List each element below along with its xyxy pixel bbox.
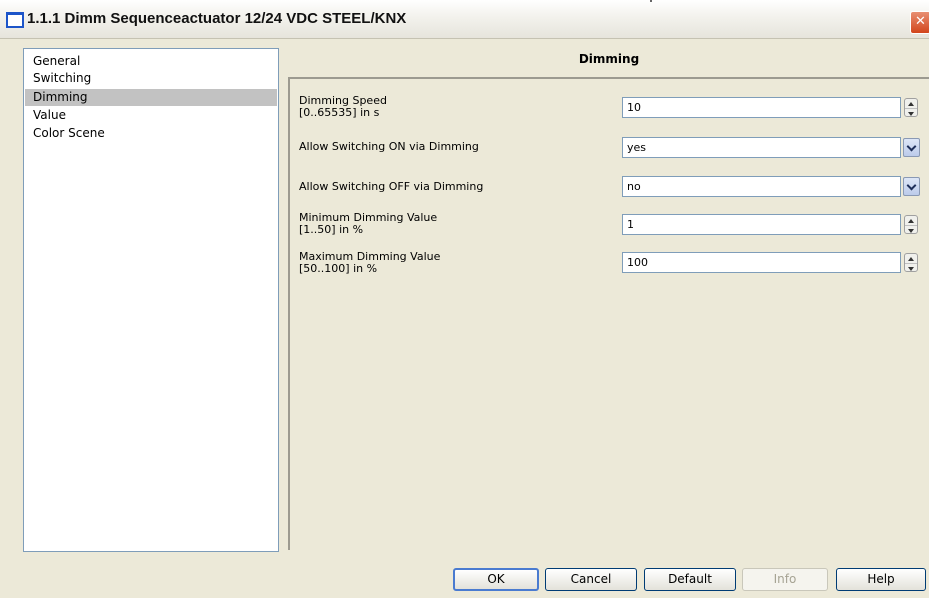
nav-item-value[interactable]: Value [25, 107, 277, 124]
info-button: Info [742, 568, 828, 591]
spin-up-icon[interactable] [905, 99, 917, 108]
stray-mark [650, 0, 652, 2]
spin-down-icon[interactable] [905, 108, 917, 118]
nav-panel: General Switching Dimming Value Color Sc… [23, 48, 279, 552]
window-icon [6, 12, 24, 28]
nav-item-color-scene[interactable]: Color Scene [25, 125, 277, 142]
param-label-range: [50..100] in % [299, 262, 378, 275]
help-button[interactable]: Help [836, 568, 926, 591]
nav-item-general[interactable]: General [25, 53, 277, 70]
section-title: Dimming [578, 52, 640, 66]
switching-on-select[interactable]: yes [622, 137, 901, 158]
min-dimming-spinner[interactable] [904, 215, 918, 234]
cancel-button[interactable]: Cancel [545, 568, 637, 591]
default-button[interactable]: Default [644, 568, 736, 591]
switching-off-select[interactable]: no [622, 176, 901, 197]
spin-up-icon[interactable] [905, 216, 917, 225]
spin-up-icon[interactable] [905, 254, 917, 263]
param-label-range: [0..65535] in s [299, 106, 380, 119]
dimming-speed-spinner[interactable] [904, 98, 918, 117]
spin-down-icon[interactable] [905, 225, 917, 235]
nav-item-switching[interactable]: Switching [25, 70, 277, 87]
nav-item-dimming[interactable]: Dimming [25, 89, 277, 106]
dimming-speed-input[interactable]: 10 [622, 97, 901, 118]
spin-down-icon[interactable] [905, 263, 917, 273]
param-label-range: [1..50] in % [299, 223, 364, 236]
ok-button[interactable]: OK [453, 568, 539, 591]
param-label-min-dimming: Minimum Dimming Value [1..50] in % [299, 212, 437, 236]
param-label-switching-on: Allow Switching ON via Dimming [299, 140, 479, 153]
close-button[interactable]: ✕ [910, 11, 929, 34]
max-dimming-spinner[interactable] [904, 253, 918, 272]
chevron-down-icon[interactable] [903, 138, 920, 157]
param-label-dimming-speed: Dimming Speed [0..65535] in s [299, 95, 387, 119]
min-dimming-input[interactable]: 1 [622, 214, 901, 235]
max-dimming-input[interactable]: 100 [622, 252, 901, 273]
param-label-switching-off: Allow Switching OFF via Dimming [299, 180, 484, 193]
window-title: 1.1.1 Dimm Sequenceactuator 12/24 VDC ST… [27, 10, 407, 27]
title-bar: 1.1.1 Dimm Sequenceactuator 12/24 VDC ST… [0, 0, 929, 39]
chevron-down-icon[interactable] [903, 177, 920, 196]
param-label-max-dimming: Maximum Dimming Value [50..100] in % [299, 251, 440, 275]
